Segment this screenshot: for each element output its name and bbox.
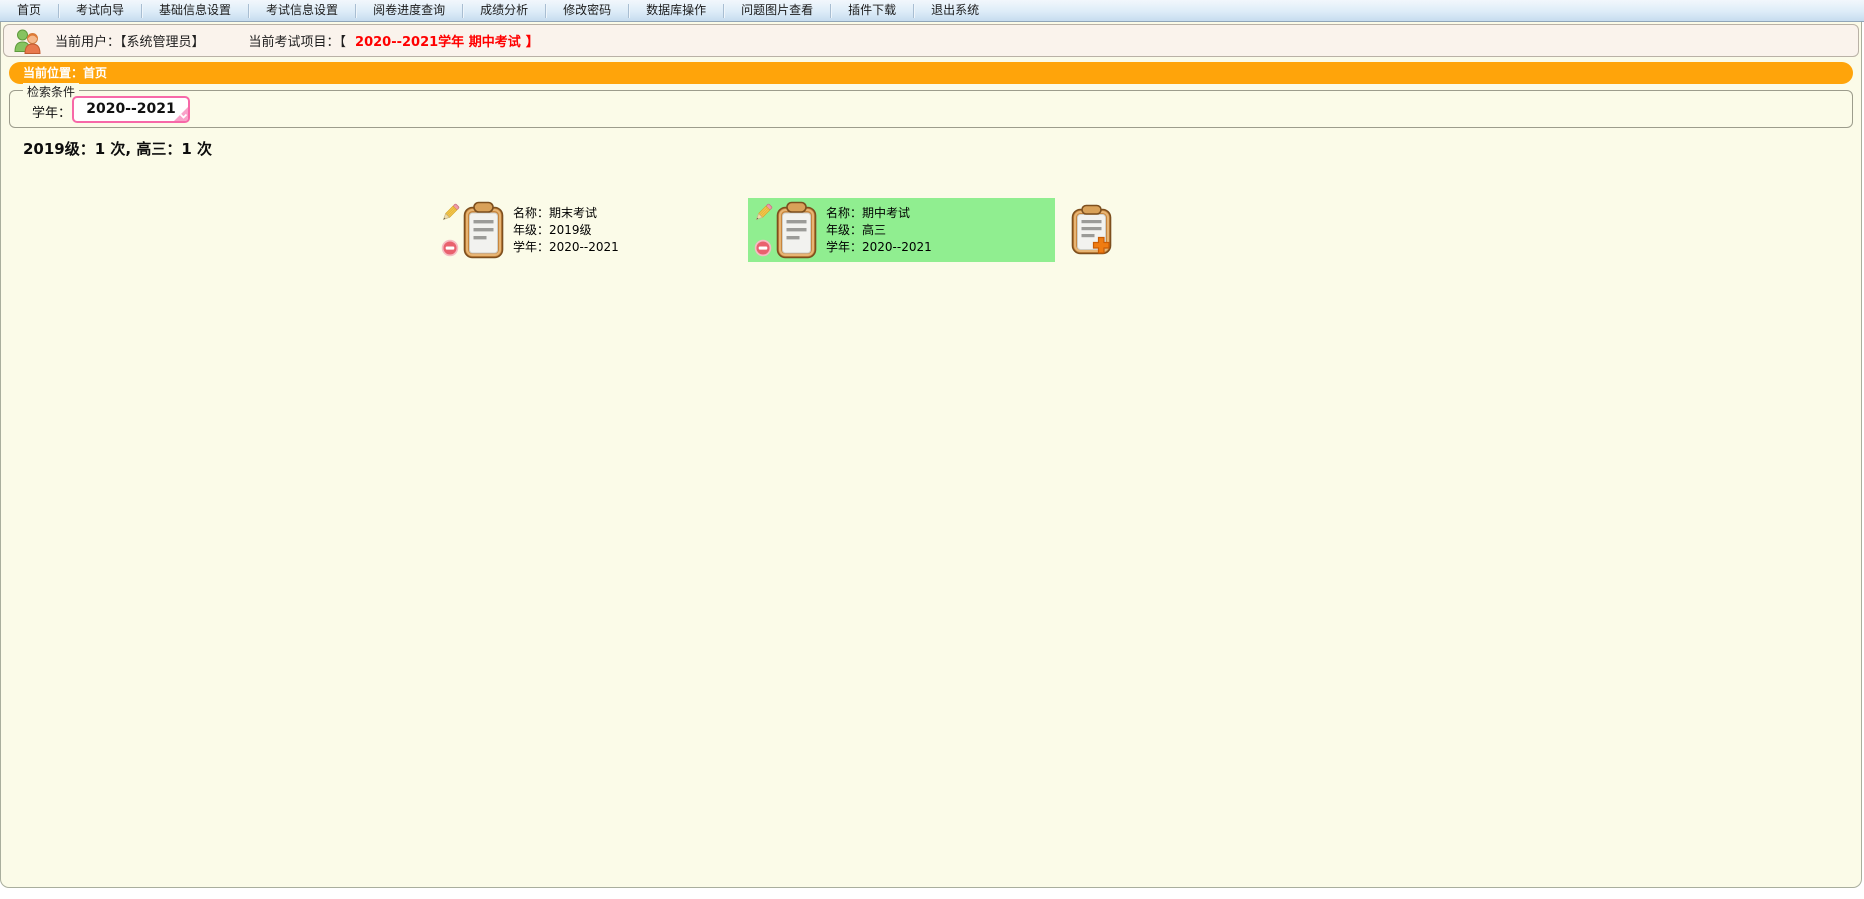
corner-chevron-icon bbox=[174, 107, 188, 121]
exam-year-line: 学年：2020--2021 bbox=[826, 239, 932, 255]
clipboard-icon[interactable] bbox=[776, 201, 817, 259]
card-action-column bbox=[439, 203, 460, 257]
menu-item-marking-progress[interactable]: 阅卷进度查询 bbox=[356, 0, 462, 21]
top-menu-bar: 首页 考试向导 基础信息设置 考试信息设置 阅卷进度查询 成绩分析 修改密码 数… bbox=[0, 0, 1864, 22]
breadcrumb: 当前位置：首页 bbox=[9, 62, 1853, 84]
pencil-icon[interactable] bbox=[440, 203, 460, 223]
menu-item-exam-info-settings[interactable]: 考试信息设置 bbox=[249, 0, 355, 21]
pencil-icon[interactable] bbox=[753, 203, 773, 223]
delete-minus-icon[interactable] bbox=[754, 239, 772, 257]
menu-item-change-password[interactable]: 修改密码 bbox=[546, 0, 628, 21]
current-user-label: 当前用户：【系统管理员】 bbox=[55, 31, 205, 50]
exam-name-line: 名称：期末考试 bbox=[513, 205, 619, 221]
user-status-bar: 当前用户：【系统管理员】 当前考试项目：【 2020--2021学年 期中考试 … bbox=[3, 24, 1859, 57]
menu-item-score-analysis[interactable]: 成绩分析 bbox=[463, 0, 545, 21]
menu-item-logout[interactable]: 退出系统 bbox=[914, 0, 996, 21]
delete-minus-icon[interactable] bbox=[441, 239, 459, 257]
search-conditions-fieldset: 检索条件 学年： 2020--2021 bbox=[9, 90, 1853, 128]
current-project-label: 当前考试项目：【 bbox=[249, 31, 347, 50]
menu-item-exam-wizard[interactable]: 考试向导 bbox=[59, 0, 141, 21]
exam-grade-line: 年级：高三 bbox=[826, 222, 932, 238]
school-year-value: 2020--2021 bbox=[86, 101, 176, 117]
exam-count-summary: 2019级：1 次, 高三：1 次 bbox=[23, 138, 212, 159]
add-exam-clipboard-plus-icon[interactable] bbox=[1071, 204, 1113, 256]
current-project-value: 2020--2021学年 期中考试 bbox=[355, 31, 521, 50]
school-year-label: 学年： bbox=[32, 102, 71, 121]
menu-item-database-operations[interactable]: 数据库操作 bbox=[629, 0, 723, 21]
exam-grade-line: 年级：2019级 bbox=[513, 222, 619, 238]
exam-card-text: 名称：期中考试 年级：高三 学年：2020--2021 bbox=[826, 204, 932, 256]
clipboard-icon[interactable] bbox=[463, 201, 504, 259]
exam-name-line: 名称：期中考试 bbox=[826, 205, 932, 221]
menu-item-basic-info-settings[interactable]: 基础信息设置 bbox=[142, 0, 248, 21]
fieldset-legend: 检索条件 bbox=[23, 83, 79, 100]
menu-item-problem-image-view[interactable]: 问题图片查看 bbox=[724, 0, 830, 21]
exam-card: 名称：期中考试 年级：高三 学年：2020--2021 bbox=[748, 198, 1055, 262]
two-users-icon bbox=[13, 27, 43, 54]
exam-card-text: 名称：期末考试 年级：2019级 学年：2020--2021 bbox=[513, 204, 619, 256]
content-panel: 当前用户：【系统管理员】 当前考试项目：【 2020--2021学年 期中考试 … bbox=[0, 22, 1862, 888]
menu-item-plugin-download[interactable]: 插件下载 bbox=[831, 0, 913, 21]
school-year-select[interactable]: 2020--2021 bbox=[72, 96, 190, 123]
exam-card-row: 名称：期末考试 年级：2019级 学年：2020--2021 bbox=[435, 198, 1113, 262]
exam-card: 名称：期末考试 年级：2019级 学年：2020--2021 bbox=[435, 198, 742, 262]
menu-item-home[interactable]: 首页 bbox=[0, 0, 58, 21]
exam-year-line: 学年：2020--2021 bbox=[513, 239, 619, 255]
current-project-bracket: 】 bbox=[526, 31, 539, 50]
card-action-column bbox=[752, 203, 773, 257]
